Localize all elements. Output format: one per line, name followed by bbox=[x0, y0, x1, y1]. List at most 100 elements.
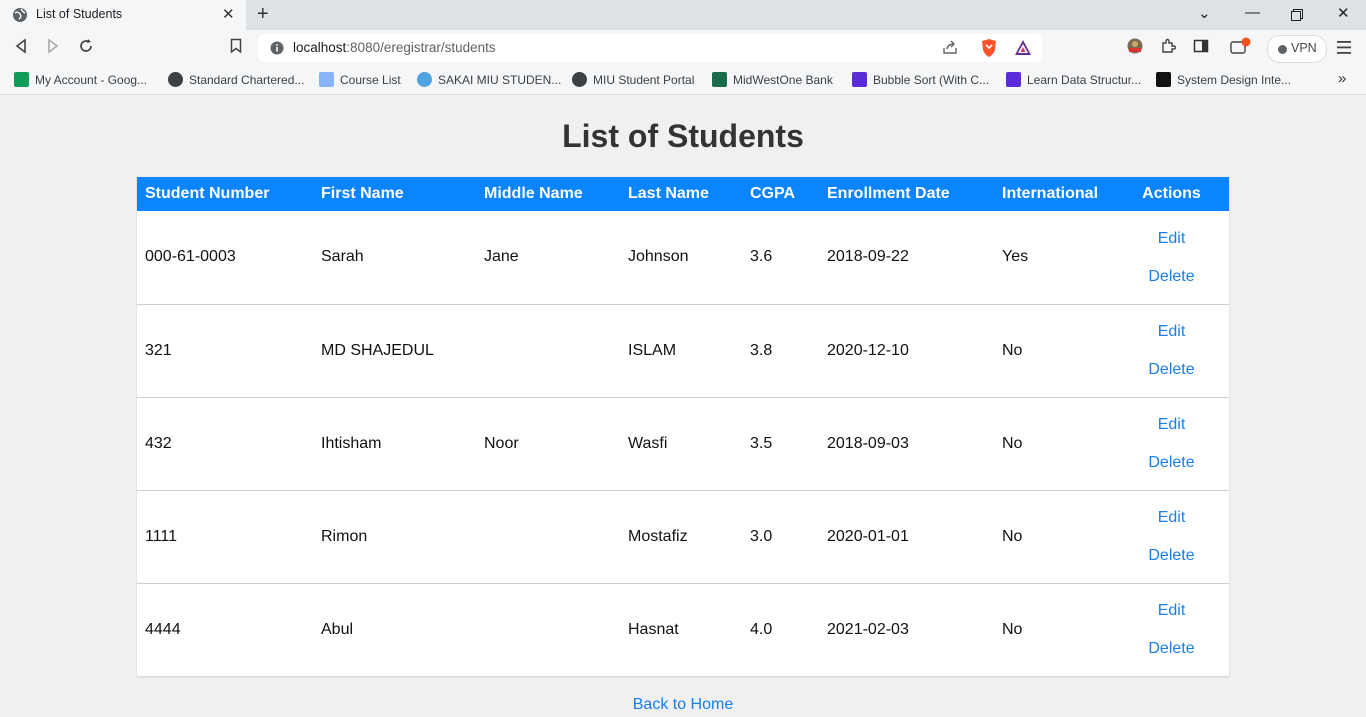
page-icon bbox=[319, 72, 334, 87]
browser-tab[interactable]: List of Students ✕ bbox=[0, 0, 246, 30]
profile-extension-icon[interactable] bbox=[1127, 38, 1143, 54]
cell-last-name: Hasnat bbox=[628, 620, 679, 638]
cell-actions: Edit Delete bbox=[1114, 490, 1229, 583]
cell-cgpa: 3.0 bbox=[750, 527, 773, 545]
cell-middle-name: Noor bbox=[484, 434, 519, 452]
delete-link[interactable]: Delete bbox=[1114, 267, 1229, 286]
bookmark-item[interactable]: SAKAI MIU STUDEN... bbox=[417, 72, 561, 87]
edit-link[interactable]: Edit bbox=[1114, 508, 1229, 527]
cell-cgpa: 3.8 bbox=[750, 341, 773, 359]
bookmark-item[interactable]: My Account - Goog... bbox=[14, 72, 147, 87]
header-middle-name: Middle Name bbox=[484, 185, 583, 202]
cell-enrollment-date: 2020-12-10 bbox=[827, 341, 909, 359]
sheets-icon bbox=[14, 72, 29, 87]
menu-icon[interactable] bbox=[1337, 41, 1351, 54]
cell-middle-name: Jane bbox=[484, 248, 519, 266]
cell-student-number: 1111 bbox=[145, 527, 178, 545]
cell-last-name: Johnson bbox=[628, 248, 689, 266]
vpn-label: VPN bbox=[1291, 41, 1317, 55]
bookmark-item[interactable]: Bubble Sort (With C... bbox=[852, 72, 989, 87]
vpn-status-icon bbox=[1278, 45, 1287, 54]
bookmark-item[interactable]: System Design Inte... bbox=[1156, 72, 1291, 87]
cell-first-name: Ihtisham bbox=[321, 434, 382, 452]
table-row: 4444 Abul Hasnat 4.0 2021-02-03 No Edit Delete bbox=[137, 583, 1229, 676]
bank-icon bbox=[712, 72, 727, 87]
delete-link[interactable]: Delete bbox=[1114, 639, 1229, 658]
restore-icon[interactable] bbox=[1291, 9, 1303, 21]
cell-enrollment-date: 2021-02-03 bbox=[827, 620, 909, 638]
header-cgpa: CGPA bbox=[750, 185, 796, 202]
table-row: 1111 Rimon Mostafiz 3.0 2020-01-01 No Edit Dele… bbox=[137, 490, 1229, 583]
cell-student-number: 000-61-0003 bbox=[145, 248, 236, 266]
tab-search-icon[interactable]: ⌄ bbox=[1198, 4, 1211, 22]
extensions-icon[interactable] bbox=[1160, 38, 1176, 54]
brave-shields-icon[interactable] bbox=[980, 38, 998, 58]
edit-link[interactable]: Edit bbox=[1114, 229, 1229, 248]
cell-actions: Edit Delete bbox=[1114, 211, 1229, 304]
bookmark-item[interactable]: Learn Data Structur... bbox=[1006, 72, 1141, 87]
url-text: localhost:8080/eregistrar/students bbox=[293, 40, 496, 55]
tab-strip: List of Students ✕ + ⌄ — ✕ bbox=[0, 0, 1366, 30]
forward-icon[interactable] bbox=[46, 38, 60, 54]
globe-icon bbox=[168, 72, 183, 87]
notifications-icon[interactable] bbox=[1230, 37, 1252, 55]
close-window-icon[interactable]: ✕ bbox=[1337, 4, 1350, 22]
students-table: Student Number First Name Middle Name La… bbox=[137, 177, 1229, 676]
cell-international: No bbox=[1002, 527, 1023, 545]
bookmark-label: SAKAI MIU STUDEN... bbox=[438, 73, 562, 87]
programiz-icon bbox=[1006, 72, 1021, 87]
new-tab-icon[interactable]: + bbox=[257, 3, 269, 26]
bookmark-item[interactable]: MIU Student Portal bbox=[572, 72, 694, 87]
cell-enrollment-date: 2018-09-03 bbox=[827, 434, 909, 452]
cell-actions: Edit Delete bbox=[1114, 583, 1229, 676]
more-bookmarks-icon[interactable]: » bbox=[1338, 70, 1346, 87]
cell-international: Yes bbox=[1002, 248, 1029, 266]
close-tab-icon[interactable]: ✕ bbox=[222, 5, 235, 23]
bookmark-label: System Design Inte... bbox=[1177, 73, 1292, 87]
cell-enrollment-date: 2018-09-22 bbox=[827, 248, 909, 266]
header-international: International bbox=[1002, 185, 1099, 202]
cell-actions: Edit Delete bbox=[1114, 304, 1229, 397]
cell-last-name: ISLAM bbox=[628, 341, 677, 359]
bookmark-item[interactable]: MidWestOne Bank bbox=[712, 72, 833, 87]
vpn-button[interactable]: VPN bbox=[1267, 35, 1327, 63]
sidebar-icon[interactable] bbox=[1193, 38, 1209, 54]
back-icon[interactable] bbox=[14, 38, 28, 54]
cell-enrollment-date: 2020-01-01 bbox=[827, 527, 909, 545]
minimize-icon[interactable]: — bbox=[1245, 4, 1260, 21]
bookmarks-bar: My Account - Goog... Standard Chartered..… bbox=[0, 66, 1366, 95]
bookmark-label: My Account - Goog... bbox=[35, 73, 148, 87]
edit-link[interactable]: Edit bbox=[1114, 322, 1229, 341]
back-to-home-link[interactable]: Back to Home bbox=[0, 696, 1366, 714]
cell-international: No bbox=[1002, 434, 1023, 452]
edit-link[interactable]: Edit bbox=[1114, 601, 1229, 620]
cell-first-name: Abul bbox=[321, 620, 354, 638]
brave-rewards-icon[interactable] bbox=[1014, 39, 1032, 57]
cell-last-name: Mostafiz bbox=[628, 527, 688, 545]
cell-last-name: Wasfi bbox=[628, 434, 668, 452]
bookmark-label: Bubble Sort (With C... bbox=[873, 73, 990, 87]
globe-icon bbox=[13, 8, 27, 22]
header-first-name: First Name bbox=[321, 185, 404, 202]
edit-link[interactable]: Edit bbox=[1114, 415, 1229, 434]
delete-link[interactable]: Delete bbox=[1114, 453, 1229, 472]
table-row: 321 MD SHAJEDUL ISLAM 3.8 2020-12-10 No Edit De… bbox=[137, 304, 1229, 397]
reload-icon[interactable] bbox=[78, 38, 94, 54]
cell-international: No bbox=[1002, 620, 1023, 638]
cell-first-name: MD SHAJEDUL bbox=[321, 341, 434, 359]
students-table-container: Student Number First Name Middle Name La… bbox=[137, 177, 1229, 676]
delete-link[interactable]: Delete bbox=[1114, 546, 1229, 565]
bookmark-icon[interactable] bbox=[230, 38, 242, 54]
cell-cgpa: 4.0 bbox=[750, 620, 773, 638]
share-icon[interactable] bbox=[942, 39, 958, 55]
cell-cgpa: 3.6 bbox=[750, 248, 773, 266]
address-bar[interactable]: localhost:8080/eregistrar/students bbox=[258, 34, 1042, 62]
bookmark-label: Course List bbox=[340, 73, 401, 87]
bookmark-item[interactable]: Standard Chartered... bbox=[168, 72, 304, 87]
delete-link[interactable]: Delete bbox=[1114, 360, 1229, 379]
cell-student-number: 432 bbox=[145, 434, 172, 452]
bookmark-item[interactable]: Course List bbox=[319, 72, 401, 87]
site-info-icon[interactable] bbox=[270, 41, 284, 55]
cell-student-number: 321 bbox=[145, 341, 172, 359]
sdi-icon bbox=[1156, 72, 1171, 87]
